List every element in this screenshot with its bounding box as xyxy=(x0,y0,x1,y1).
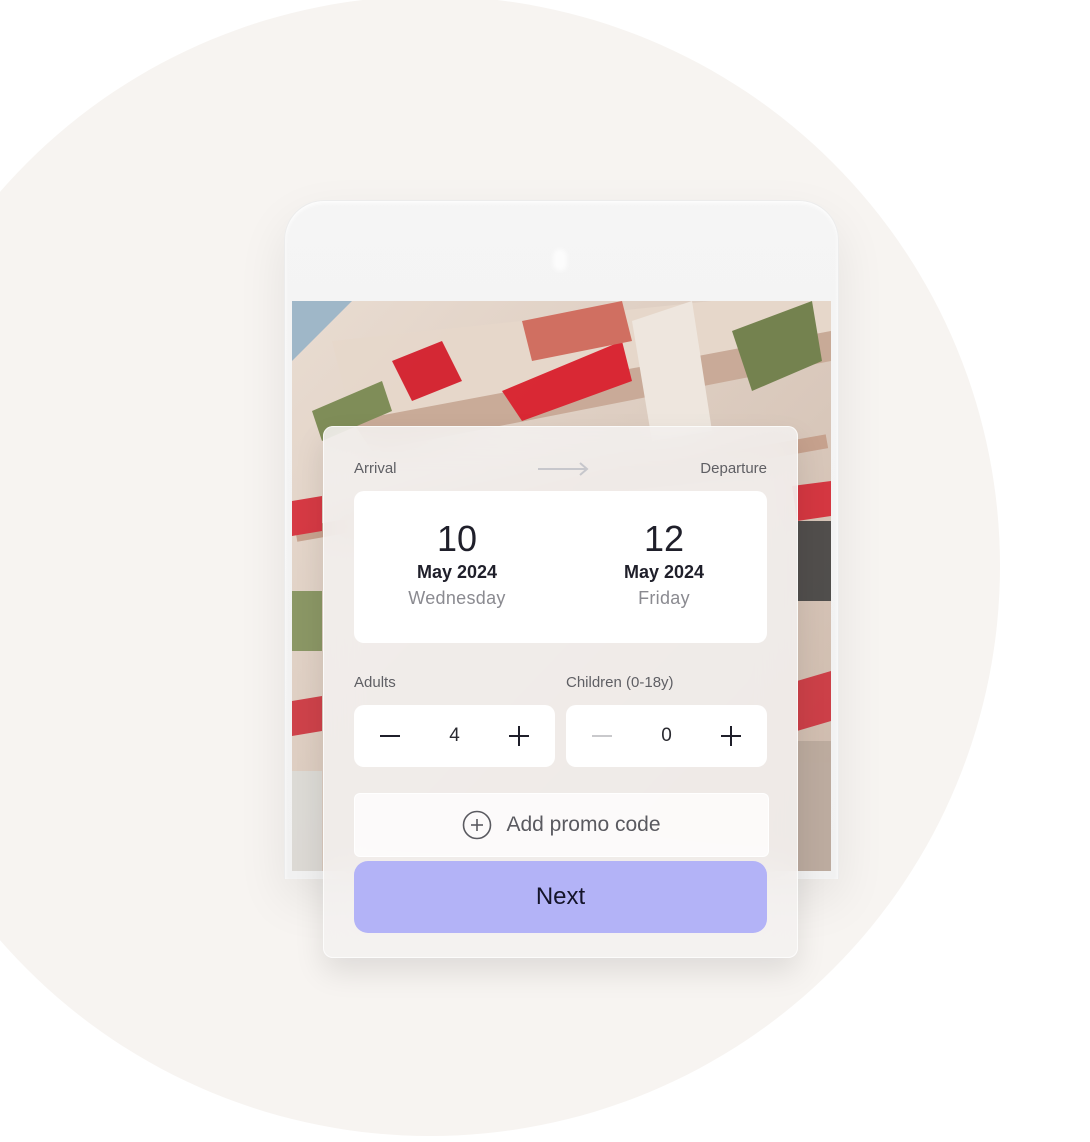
adults-label: Adults xyxy=(354,674,396,691)
departure-label: Departure xyxy=(700,460,767,477)
booking-card: Arrival Departure 10 May 2024 Wednesday … xyxy=(323,426,798,958)
minus-icon xyxy=(592,735,612,737)
adults-decrement-button[interactable] xyxy=(360,705,420,767)
departure-weekday: Friday xyxy=(638,588,690,608)
promo-label: Add promo code xyxy=(506,813,661,836)
arrival-weekday: Wednesday xyxy=(408,588,506,608)
arrival-month-year: May 2024 xyxy=(416,562,498,582)
children-label: Children (0-18y) xyxy=(566,674,674,691)
arrival-label: Arrival xyxy=(354,460,397,477)
adults-stepper: 4 xyxy=(354,705,555,767)
children-decrement-button[interactable] xyxy=(572,705,632,767)
plus-circle-icon xyxy=(463,810,492,840)
departure-month-year: May 2024 xyxy=(623,562,705,582)
plus-icon xyxy=(721,726,741,746)
plus-icon xyxy=(509,726,529,746)
date-range-selector[interactable]: 10 May 2024 Wednesday 12 May 2024 Friday xyxy=(354,491,767,643)
arrival-day: 10 xyxy=(436,518,478,559)
add-promo-code-button[interactable]: Add promo code xyxy=(354,793,769,857)
adults-increment-button[interactable] xyxy=(489,705,549,767)
next-button[interactable]: Next xyxy=(354,861,767,933)
children-stepper: 0 xyxy=(566,705,767,767)
phone-header xyxy=(285,201,838,301)
departure-day: 12 xyxy=(643,518,685,559)
arrival-date[interactable]: 10 May 2024 Wednesday xyxy=(354,519,560,611)
camera-icon xyxy=(553,249,567,271)
children-increment-button[interactable] xyxy=(701,705,761,767)
minus-icon xyxy=(380,735,400,737)
arrow-right-icon xyxy=(538,462,589,476)
departure-date[interactable]: 12 May 2024 Friday xyxy=(561,519,767,611)
